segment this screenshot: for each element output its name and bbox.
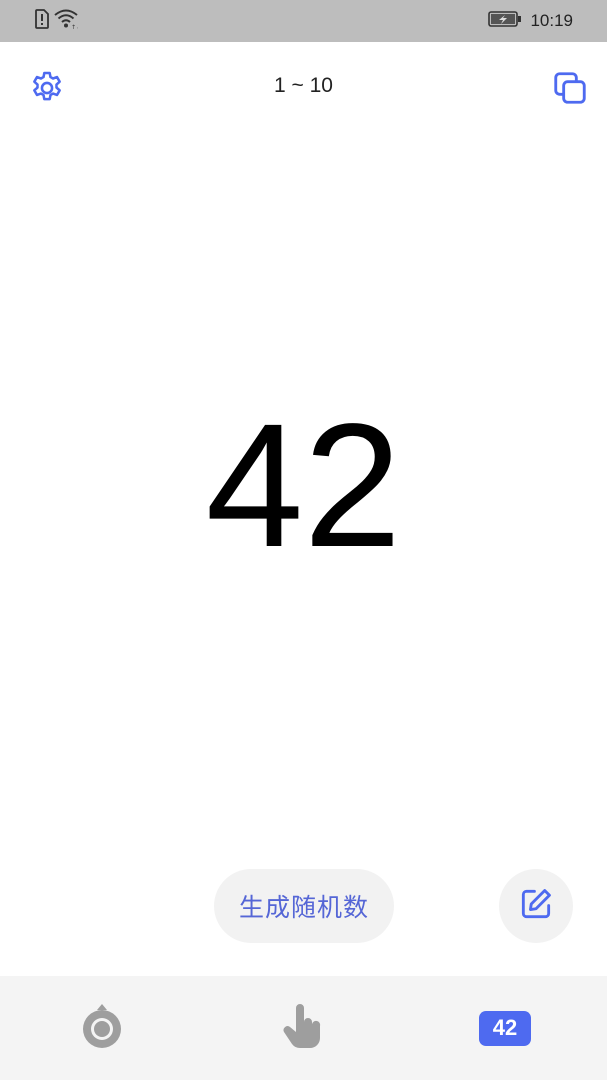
range-label[interactable]: 1 ~ 10 <box>0 74 607 98</box>
svg-text:↑↓: ↑↓ <box>71 24 78 29</box>
bottom-navigation: 42 <box>0 976 607 1080</box>
nav-item-wheel[interactable] <box>76 1004 128 1052</box>
status-left: ↑↓ <box>34 9 81 33</box>
status-time: 10:19 <box>530 11 573 30</box>
tap-hand-icon <box>280 1002 326 1054</box>
status-bar: ↑↓ 10:19 <box>0 0 607 42</box>
nav-item-number[interactable]: 42 <box>479 1004 531 1052</box>
edit-button[interactable] <box>499 869 573 943</box>
nav-item-tap[interactable] <box>277 1004 329 1052</box>
wifi-icon: ↑↓ <box>54 9 81 33</box>
top-toolbar: 1 ~ 10 <box>0 42 607 138</box>
app-screen: ↑↓ 10:19 <box>0 0 607 1080</box>
battery-charging-icon <box>488 11 522 31</box>
sim-alert-icon <box>34 9 50 33</box>
number-badge-icon: 42 <box>479 1010 531 1046</box>
copy-icon <box>551 69 589 111</box>
wheel-icon <box>79 1002 125 1054</box>
copy-button[interactable] <box>550 70 590 110</box>
generate-random-number-button[interactable]: 生成随机数 <box>214 869 394 943</box>
edit-icon <box>517 885 555 927</box>
status-right: 10:19 <box>488 11 573 31</box>
random-number-display: 42 <box>205 388 402 584</box>
